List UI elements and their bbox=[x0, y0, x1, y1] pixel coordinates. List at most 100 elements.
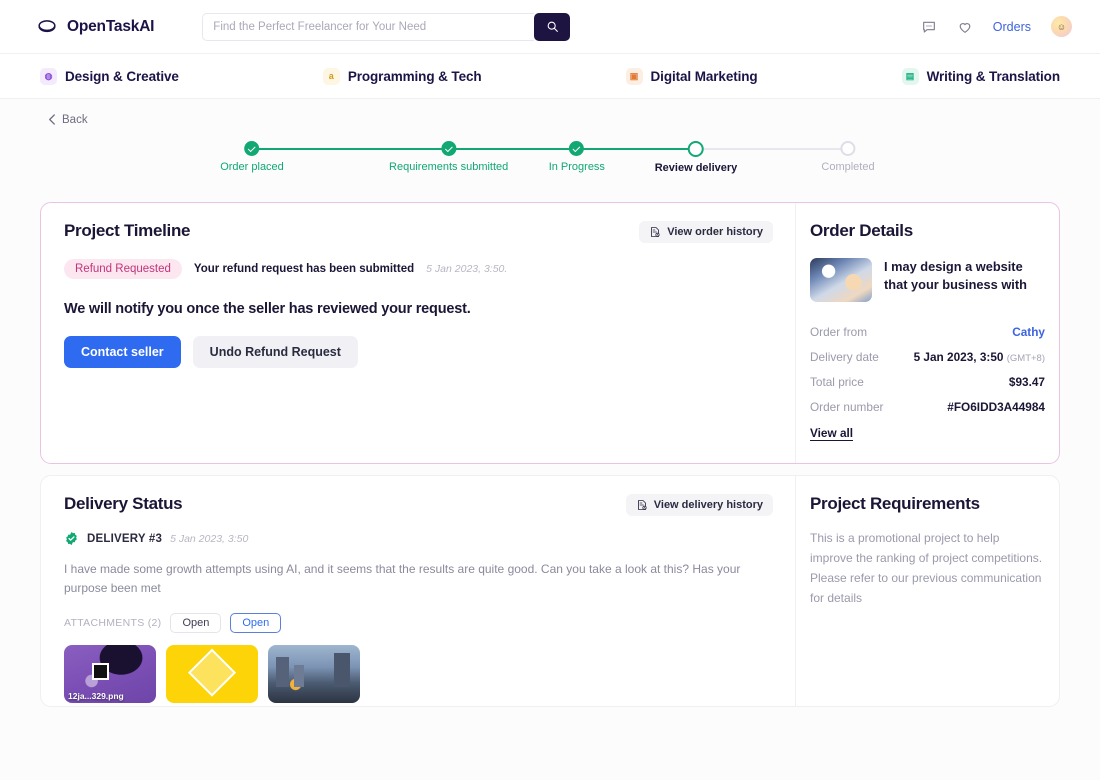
view-all-link[interactable]: View all bbox=[810, 426, 854, 441]
avatar[interactable]: ☺ bbox=[1051, 16, 1072, 37]
order-detail-row-order-number: Order number #FO6IDD3A44984 bbox=[810, 394, 1045, 419]
category-digital-marketing[interactable]: ▣ Digital Marketing bbox=[625, 67, 758, 85]
attachment-thumb-purple[interactable]: 12ja...329.png bbox=[64, 644, 156, 703]
step-label: In Progress bbox=[548, 161, 605, 173]
order-detail-row-delivery-date: Delivery date 5 Jan 2023, 3:50 (GMT+8) bbox=[810, 344, 1045, 369]
disc-logo-icon bbox=[38, 19, 56, 32]
step-label: Requirements submitted bbox=[389, 161, 509, 173]
product-title: I may design a website that your busines… bbox=[884, 259, 1027, 293]
heart-icon[interactable] bbox=[957, 19, 973, 35]
thumb-gem-shape bbox=[187, 648, 237, 697]
order-detail-key: Order from bbox=[810, 324, 868, 339]
order-detail-value: $93.47 bbox=[1008, 374, 1045, 389]
step-review-delivery[interactable]: Review delivery bbox=[654, 138, 738, 174]
step-label: Review delivery bbox=[654, 162, 738, 174]
step-dot-todo bbox=[840, 141, 856, 156]
step-dot-current bbox=[688, 141, 705, 157]
delivery-date-timezone: (GMT+8) bbox=[1006, 352, 1045, 364]
project-requirements-title: Project Requirements bbox=[810, 494, 980, 513]
document-lines-icon: ▤ bbox=[901, 67, 919, 85]
attachments-row: ATTACHMENTS (2) Open Open bbox=[64, 612, 773, 633]
attachment-filename: 12ja...329.png bbox=[68, 690, 124, 701]
delivery-time: 5 Jan 2023, 3:50 bbox=[170, 532, 249, 545]
orders-link[interactable]: Orders bbox=[993, 20, 1031, 34]
brand-name: OpenTaskAI bbox=[67, 17, 155, 35]
step-in-progress[interactable]: In Progress bbox=[549, 138, 605, 173]
project-requirements-text: This is a promotional project to help im… bbox=[810, 531, 1043, 606]
step-dot-done bbox=[441, 141, 457, 156]
timeline-status-row: Refund Requested Your refund request has… bbox=[64, 259, 773, 279]
category-label: Writing & Translation bbox=[926, 68, 1061, 84]
delivery-card: Delivery Status View delivery history DE… bbox=[40, 475, 1060, 707]
step-dot-done bbox=[569, 141, 585, 156]
category-label: Digital Marketing bbox=[650, 68, 758, 84]
seller-link[interactable]: Cathy bbox=[1012, 325, 1045, 339]
chevron-left-icon bbox=[49, 114, 55, 125]
view-order-history-label: View order history bbox=[667, 226, 763, 238]
timeline-status-time: 5 Jan 2023, 3:50. bbox=[426, 263, 508, 275]
step-label: Completed bbox=[821, 161, 875, 173]
undo-refund-request-button[interactable]: Undo Refund Request bbox=[192, 336, 358, 368]
verified-check-icon bbox=[66, 531, 77, 546]
chat-bubble-icon[interactable] bbox=[921, 19, 937, 35]
main-content: Back Order placed Requirements submitted… bbox=[0, 99, 1100, 780]
back-label: Back bbox=[62, 113, 88, 126]
search-icon bbox=[547, 21, 558, 32]
document-clock-icon bbox=[651, 227, 660, 237]
step-completed[interactable]: Completed bbox=[821, 138, 875, 173]
thumb-building bbox=[276, 656, 289, 687]
order-detail-key: Order number bbox=[810, 399, 884, 414]
category-programming-tech[interactable]: a Programming & Tech bbox=[322, 67, 482, 85]
step-requirements-submitted[interactable]: Requirements submitted bbox=[389, 138, 508, 173]
category-label: Design & Creative bbox=[65, 68, 179, 84]
project-requirements-panel: Project Requirements This is a promotion… bbox=[795, 476, 1059, 706]
letter-a-icon: a bbox=[322, 67, 340, 85]
order-details-title: Order Details bbox=[810, 221, 913, 240]
status-badge: Refund Requested bbox=[64, 259, 182, 279]
delivery-message: I have made some growth attempts using A… bbox=[64, 562, 741, 596]
view-delivery-history-button[interactable]: View delivery history bbox=[625, 494, 773, 516]
order-product[interactable]: I may design a website that your busines… bbox=[810, 258, 1045, 302]
timeline-status-message: Your refund request has been submitted bbox=[193, 263, 415, 275]
view-order-history-button[interactable]: View order history bbox=[639, 221, 773, 243]
search-bar bbox=[202, 12, 571, 41]
category-label: Programming & Tech bbox=[347, 68, 482, 84]
order-details-panel: Order Details I may design a website tha… bbox=[795, 203, 1059, 463]
order-detail-row-total-price: Total price $93.47 bbox=[810, 369, 1045, 394]
delivery-status-title: Delivery Status bbox=[64, 494, 183, 513]
order-details-list: Order from Cathy Delivery date 5 Jan 202… bbox=[810, 319, 1045, 419]
thumb-building bbox=[334, 652, 350, 687]
step-dot-done bbox=[244, 141, 260, 156]
attachment-thumb-yellow[interactable] bbox=[166, 644, 258, 703]
page-title: Project Timeline bbox=[64, 221, 191, 240]
order-progress-stepper: Order placed Requirements submitted In P… bbox=[40, 138, 1060, 194]
open-attachment-button[interactable]: Open bbox=[170, 612, 222, 633]
attachment-thumb-city[interactable] bbox=[268, 644, 360, 703]
attachments-label: ATTACHMENTS (2) bbox=[64, 616, 162, 629]
timeline-card: Project Timeline View order history Refu… bbox=[40, 202, 1060, 464]
header-actions: Orders ☺ bbox=[921, 16, 1072, 37]
project-timeline-panel: Project Timeline View order history Refu… bbox=[41, 203, 795, 463]
attachment-thumbnails: 12ja...329.png bbox=[64, 644, 773, 703]
product-artwork-thumbnail bbox=[810, 258, 872, 302]
step-order-placed[interactable]: Order placed bbox=[220, 138, 284, 173]
delivery-header-row: DELIVERY #3 5 Jan 2023, 3:50 bbox=[64, 531, 773, 546]
view-delivery-history-label: View delivery history bbox=[653, 499, 763, 511]
order-detail-key: Delivery date bbox=[810, 349, 879, 364]
open-attachment-button-active[interactable]: Open bbox=[230, 612, 282, 633]
order-detail-value: #FO6IDD3A44984 bbox=[947, 399, 1045, 414]
contact-seller-button[interactable]: Contact seller bbox=[64, 336, 181, 368]
order-detail-key: Total price bbox=[810, 374, 864, 389]
search-button[interactable] bbox=[534, 12, 571, 41]
back-link[interactable]: Back bbox=[48, 114, 88, 126]
step-label: Order placed bbox=[220, 161, 284, 173]
category-design-creative[interactable]: ◍ Design & Creative bbox=[40, 67, 179, 85]
brand-logo-link[interactable]: OpenTaskAI bbox=[36, 16, 154, 38]
category-writing-translation[interactable]: ▤ Writing & Translation bbox=[901, 67, 1061, 85]
timeline-actions: Contact seller Undo Refund Request bbox=[64, 336, 773, 368]
top-header: OpenTaskAI Ord bbox=[0, 0, 1100, 54]
category-nav: ◍ Design & Creative a Programming & Tech… bbox=[0, 54, 1100, 99]
palette-icon: ◍ bbox=[40, 67, 57, 85]
search-input[interactable] bbox=[202, 12, 535, 41]
thumb-building bbox=[294, 664, 304, 687]
